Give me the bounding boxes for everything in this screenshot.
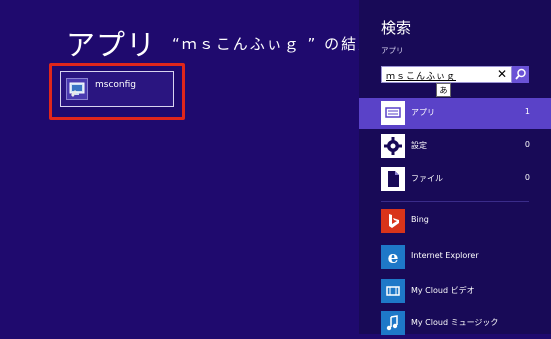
results-category-title: アプリ [66,28,157,62]
bing-icon [381,209,405,233]
app-label: My Cloud ビデオ [411,286,475,295]
search-results-area: アプリ “ｍｓこんふぃｇ ” の結果 msconfig [0,0,373,334]
app-label: Internet Explorer [411,251,479,260]
category-label: ファイル [411,174,443,183]
search-input[interactable]: ｍｓこんふぃｇ ✕ [381,66,512,83]
category-count: 0 [524,173,530,182]
app-internet-explorer[interactable]: e Internet Explorer [381,245,551,269]
internet-explorer-icon: e [381,245,405,269]
search-charm-pane: 検索 アプリ ｍｓこんふぃｇ ✕ あ アプリ 1 設定 0 ファイル 0 Bin… [359,0,551,335]
apps-icon [381,101,405,125]
app-video[interactable]: My Cloud ビデオ [381,279,551,303]
search-input-value: ｍｓこんふぃｇ [386,72,457,82]
app-music[interactable]: My Cloud ミュージック [381,311,551,335]
clear-icon[interactable]: ✕ [497,67,507,81]
file-icon [381,167,405,191]
search-button[interactable] [512,66,529,83]
category-count: 0 [524,140,530,149]
svg-text:e: e [388,248,399,268]
category-label: 設定 [411,141,427,150]
category-count: 1 [524,107,530,116]
app-label: Bing [411,215,429,224]
ime-mode-indicator: あ [436,83,451,97]
music-icon [381,311,405,335]
search-scope-label: アプリ [381,46,404,55]
app-label: My Cloud ミュージック [411,318,499,327]
category-files[interactable]: ファイル 0 [359,164,551,195]
search-icon [515,68,526,80]
app-bing[interactable]: Bing [381,209,551,233]
settings-gear-icon [381,134,405,158]
video-icon [381,279,405,303]
category-settings[interactable]: 設定 0 [359,131,551,162]
annotation-highlight-box [49,63,185,120]
results-heading: アプリ “ｍｓこんふぃｇ ” の結果 [66,22,375,64]
category-label: アプリ [411,108,435,117]
search-pane-title: 検索 [381,19,412,37]
category-apps[interactable]: アプリ 1 [359,98,551,129]
pane-divider [381,201,529,202]
results-query-text: “ｍｓこんふぃｇ ” の結果 [172,35,376,53]
